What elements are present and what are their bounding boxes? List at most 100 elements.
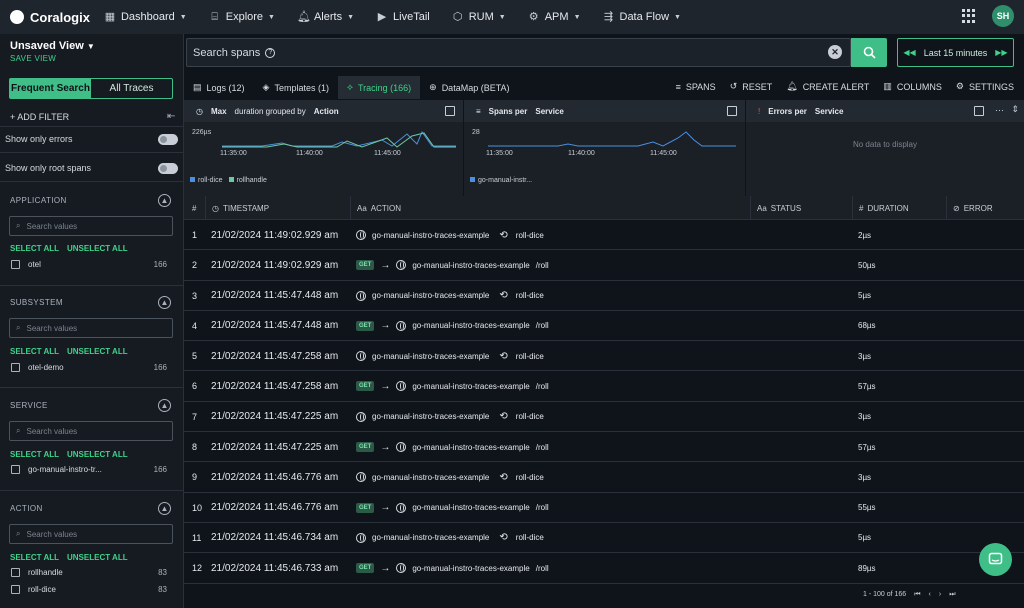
- subsystem-search-input[interactable]: ⌕ Search values: [9, 318, 173, 338]
- clock-icon: ◷: [196, 106, 203, 116]
- application-search-input[interactable]: ⌕ Search values: [9, 216, 173, 236]
- prev-page-icon[interactable]: ‹: [929, 591, 931, 599]
- expand-icon[interactable]: [727, 106, 737, 116]
- service-search-input[interactable]: ⌕ Search values: [9, 421, 173, 441]
- table-row[interactable]: 8 21/02/2024 11:45:47.225 am GET → go-ma…: [184, 432, 1024, 463]
- checkbox[interactable]: [11, 465, 20, 474]
- action-search-input[interactable]: ⌕ Search values: [9, 524, 173, 544]
- view-title[interactable]: Unsaved View ▼: [10, 40, 95, 52]
- tab-tracing[interactable]: ⟡ Tracing (166): [338, 76, 421, 99]
- rewind-icon[interactable]: ◀◀: [903, 48, 915, 57]
- nav-livetail[interactable]: ▶ LiveTail: [376, 11, 430, 23]
- application-unselect-all[interactable]: UNSELECT ALL: [67, 244, 128, 253]
- widget-title-part: duration grouped by: [234, 106, 306, 116]
- table-row[interactable]: 9 21/02/2024 11:45:46.776 am go-manual-i…: [184, 462, 1024, 493]
- clear-icon[interactable]: ✕: [828, 45, 842, 59]
- next-page-icon[interactable]: ›: [939, 591, 941, 599]
- service-option-go-manual[interactable]: go-manual-instro-tr... 166: [11, 465, 167, 474]
- chevron-up-icon[interactable]: ▲: [158, 296, 171, 309]
- show-root-spans-toggle[interactable]: [158, 163, 178, 174]
- brand-logo[interactable]: Coralogix: [10, 10, 90, 25]
- table-row[interactable]: 11 21/02/2024 11:45:46.734 am go-manual-…: [184, 523, 1024, 554]
- subsystem-option-otel-demo[interactable]: otel-demo 166: [11, 363, 167, 372]
- columns-button[interactable]: ▥ COLUMNS: [883, 81, 942, 92]
- table-row[interactable]: 5 21/02/2024 11:45:47.258 am go-manual-i…: [184, 341, 1024, 372]
- service-select-all[interactable]: SELECT ALL: [10, 450, 59, 459]
- search-button[interactable]: [851, 38, 887, 67]
- add-filter-button[interactable]: + ADD FILTER: [10, 112, 69, 122]
- checkbox[interactable]: [11, 568, 20, 577]
- chevron-up-icon[interactable]: ▲: [158, 194, 171, 207]
- globe-icon: [396, 563, 407, 574]
- col-duration[interactable]: # DURATION: [852, 196, 946, 220]
- col-timestamp[interactable]: ◷ TIMESTAMP: [205, 196, 350, 220]
- more-options-icon[interactable]: ⋯: [995, 105, 1004, 116]
- table-row[interactable]: 1 21/02/2024 11:49:02.929 am go-manual-i…: [184, 220, 1024, 251]
- fast-forward-icon[interactable]: ▶▶: [995, 48, 1007, 57]
- action-select-all[interactable]: SELECT ALL: [10, 553, 59, 562]
- collapse-sidebar-icon[interactable]: ⇤: [167, 111, 175, 122]
- service-name: go-manual-instro-traces-example: [372, 291, 490, 301]
- col-action[interactable]: Aa ACTION: [350, 196, 750, 220]
- row-action: go-manual-instro-traces-example ⟲ roll-d…: [356, 462, 544, 492]
- col-status[interactable]: Aa STATUS: [750, 196, 852, 220]
- save-view-link[interactable]: SAVE VIEW: [10, 54, 56, 63]
- last-page-icon[interactable]: ⏭: [949, 591, 955, 599]
- action-unselect-all[interactable]: UNSELECT ALL: [67, 553, 128, 562]
- subsystem-select-all[interactable]: SELECT ALL: [10, 347, 59, 356]
- expand-icon[interactable]: [445, 106, 455, 116]
- tab-frequent-search[interactable]: Frequent Search: [10, 79, 91, 98]
- tab-templates[interactable]: ◈ Templates (1): [254, 76, 338, 99]
- settings-button[interactable]: ⚙ SETTINGS: [956, 81, 1014, 92]
- row-number: 6: [192, 381, 198, 392]
- service-unselect-all[interactable]: UNSELECT ALL: [67, 450, 128, 459]
- help-icon[interactable]: ?: [265, 47, 276, 58]
- chevron-up-icon[interactable]: ▲: [158, 399, 171, 412]
- table-row[interactable]: 4 21/02/2024 11:45:47.448 am GET → go-ma…: [184, 311, 1024, 342]
- nav-data-flow[interactable]: ⇶ Data Flow ▼: [603, 11, 681, 23]
- chevron-up-icon[interactable]: ▲: [158, 502, 171, 515]
- avatar[interactable]: SH: [992, 5, 1014, 27]
- row-duration: 5µs: [858, 291, 872, 301]
- expand-icon[interactable]: [974, 106, 984, 116]
- nav-alerts[interactable]: 🔔︎ Alerts ▼: [297, 11, 354, 23]
- http-method-badge: GET: [356, 320, 375, 331]
- legend-item[interactable]: roll-dice: [190, 177, 223, 184]
- col-error[interactable]: ⊘ ERROR: [946, 196, 1024, 220]
- nav-rum[interactable]: ⬡ RUM ▼: [452, 11, 506, 23]
- table-row[interactable]: 2 21/02/2024 11:49:02.929 am GET → go-ma…: [184, 250, 1024, 281]
- checkbox[interactable]: [11, 363, 20, 372]
- create-alert-button[interactable]: 🔔︎ CREATE ALERT: [786, 81, 869, 92]
- action-option-roll-dice[interactable]: roll-dice 83: [11, 585, 167, 594]
- show-errors-toggle[interactable]: [158, 134, 178, 145]
- col-num[interactable]: #: [192, 196, 196, 220]
- application-select-all[interactable]: SELECT ALL: [10, 244, 59, 253]
- apps-grid-icon[interactable]: [962, 9, 976, 23]
- nav-dashboard[interactable]: ▦ Dashboard ▼: [104, 11, 187, 23]
- tab-logs[interactable]: ▤ Logs (12): [184, 76, 254, 99]
- subsystem-unselect-all[interactable]: UNSELECT ALL: [67, 347, 128, 356]
- table-row[interactable]: 12 21/02/2024 11:45:46.733 am GET → go-m…: [184, 553, 1024, 584]
- legend-item[interactable]: rollhandle: [228, 177, 267, 184]
- reset-button[interactable]: ↺ RESET: [730, 81, 773, 92]
- nav-explore[interactable]: ⌸ Explore ▼: [209, 11, 275, 23]
- spans-button[interactable]: ≡ SPANS: [676, 81, 716, 92]
- subsystem-search-placeholder: Search values: [26, 323, 78, 333]
- legend-item[interactable]: go-manual-instr...: [470, 177, 532, 184]
- table-row[interactable]: 3 21/02/2024 11:45:47.448 am go-manual-i…: [184, 281, 1024, 311]
- first-page-icon[interactable]: ⏮: [914, 591, 920, 599]
- search-spans-input[interactable]: Search spans ?: [186, 38, 851, 67]
- chat-support-button[interactable]: [979, 543, 1012, 576]
- table-row[interactable]: 10 21/02/2024 11:45:46.776 am GET → go-m…: [184, 493, 1024, 523]
- checkbox[interactable]: [11, 260, 20, 269]
- table-row[interactable]: 7 21/02/2024 11:45:47.225 am go-manual-i…: [184, 402, 1024, 433]
- tab-all-traces[interactable]: All Traces: [91, 79, 172, 98]
- action-option-rollhandle[interactable]: rollhandle 83: [11, 568, 167, 577]
- nav-apm[interactable]: ⚙ APM ▼: [528, 11, 581, 23]
- time-range-picker[interactable]: ◀◀ Last 15 minutes ▶▶: [897, 38, 1014, 67]
- table-row[interactable]: 6 21/02/2024 11:45:47.258 am GET → go-ma…: [184, 371, 1024, 402]
- application-option-otel[interactable]: otel 166: [11, 260, 167, 269]
- checkbox[interactable]: [11, 585, 20, 594]
- scroll-arrows-icon[interactable]: ⇕: [1011, 104, 1019, 115]
- tab-datamap[interactable]: ⊕ DataMap (BETA): [420, 76, 518, 99]
